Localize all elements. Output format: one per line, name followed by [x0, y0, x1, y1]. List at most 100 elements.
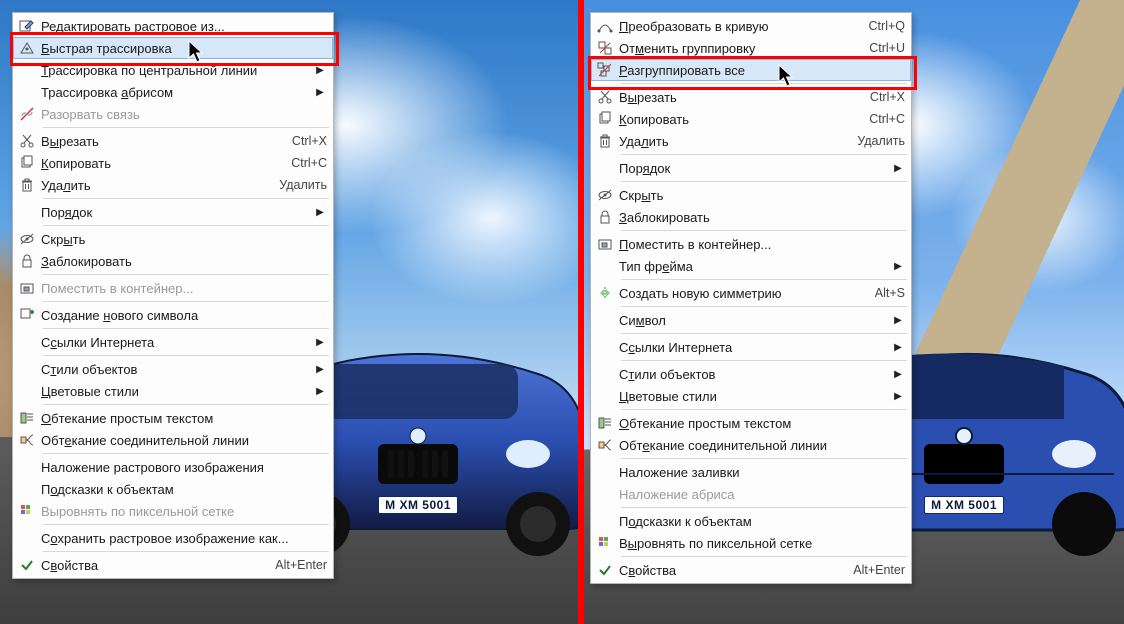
menu-item-label: Символ [619, 313, 891, 328]
menu-item[interactable]: ВырезатьCtrl+X [13, 130, 333, 152]
menu-separator [621, 306, 907, 307]
menu-item[interactable]: КопироватьCtrl+C [13, 152, 333, 174]
menu-item[interactable]: Сохранить растровое изображение как... [13, 527, 333, 549]
menu-item[interactable]: Разгруппировать все [591, 59, 911, 81]
menu-item[interactable]: Подсказки к объектам [13, 478, 333, 500]
menu-item[interactable]: Скрыть [591, 184, 911, 206]
menu-item[interactable]: СвойстваAlt+Enter [591, 559, 911, 581]
menu-item-label: Стили объектов [619, 367, 891, 382]
menu-item-label: Трассировка по центральной линии [41, 63, 313, 78]
menu-item[interactable]: КопироватьCtrl+C [591, 108, 911, 130]
connector-wrap-icon [591, 437, 619, 453]
cut-icon [13, 133, 41, 149]
submenu-arrow-icon: ▶ [891, 342, 905, 353]
new-symbol-icon [13, 307, 41, 323]
menu-item-label: Скрыть [41, 232, 327, 247]
menu-item-label: Поместить в контейнер... [41, 281, 327, 296]
menu-item[interactable]: Создание нового символа [13, 304, 333, 326]
menu-separator [43, 328, 329, 329]
menu-item[interactable]: Преобразовать в кривуюCtrl+Q [591, 15, 911, 37]
menu-item[interactable]: СвойстваAlt+Enter [13, 554, 333, 576]
menu-item[interactable]: Ссылки Интернета▶ [591, 336, 911, 358]
menu-item-label: Порядок [619, 161, 891, 176]
submenu-arrow-icon: ▶ [891, 391, 905, 402]
menu-item-label: Копировать [619, 112, 853, 127]
ungroup-all-icon [591, 62, 619, 78]
menu-item-label: Разгруппировать все [619, 63, 905, 78]
menu-item[interactable]: Заблокировать [13, 250, 333, 272]
menu-item[interactable]: Порядок▶ [591, 157, 911, 179]
menu-item[interactable]: Заблокировать [591, 206, 911, 228]
menu-item[interactable]: Отменить группировкуCtrl+U [591, 37, 911, 59]
menu-item[interactable]: Символ▶ [591, 309, 911, 331]
menu-separator [43, 524, 329, 525]
menu-item[interactable]: Скрыть [13, 228, 333, 250]
menu-separator [621, 83, 907, 84]
menu-item[interactable]: Редактировать растровое из... [13, 15, 333, 37]
menu-item[interactable]: Выровнять по пиксельной сетке [591, 532, 911, 554]
menu-item-label: Вырезать [619, 90, 854, 105]
menu-separator [43, 127, 329, 128]
menu-item[interactable]: УдалитьУдалить [13, 174, 333, 196]
context-menu-left[interactable]: Редактировать растровое из...Быстрая тра… [12, 12, 334, 579]
menu-item-label: Выровнять по пиксельной сетке [41, 504, 327, 519]
menu-item-label: Разорвать связь [41, 107, 327, 122]
menu-item[interactable]: Обтекание простым текстом [591, 412, 911, 434]
menu-item-label: Скрыть [619, 188, 905, 203]
menu-item: Выровнять по пиксельной сетке [13, 500, 333, 522]
menu-item[interactable]: Поместить в контейнер... [591, 233, 911, 255]
menu-item[interactable]: Ссылки Интернета▶ [13, 331, 333, 353]
menu-item[interactable]: ВырезатьCtrl+X [591, 86, 911, 108]
delete-icon [13, 177, 41, 193]
menu-item[interactable]: Тип фрейма▶ [591, 255, 911, 277]
menu-item[interactable]: Обтекание простым текстом [13, 407, 333, 429]
menu-item[interactable]: Стили объектов▶ [13, 358, 333, 380]
menu-item: Поместить в контейнер... [13, 277, 333, 299]
menu-item-label: Удалить [41, 178, 263, 193]
menu-item[interactable]: Обтекание соединительной линии [13, 429, 333, 451]
menu-separator [43, 404, 329, 405]
context-menu-right[interactable]: Преобразовать в кривуюCtrl+QОтменить гру… [590, 12, 912, 584]
menu-item[interactable]: Цветовые стили▶ [13, 380, 333, 402]
menu-item[interactable]: Порядок▶ [13, 201, 333, 223]
menu-item-label: Наложение растрового изображения [41, 460, 327, 475]
menu-item-shortcut: Ctrl+Q [853, 19, 905, 33]
hide-icon [591, 187, 619, 203]
check-icon [13, 557, 41, 573]
menu-separator [43, 274, 329, 275]
menu-item[interactable]: Наложение заливки [591, 461, 911, 483]
menu-item-label: Порядок [41, 205, 313, 220]
menu-separator [621, 181, 907, 182]
menu-item[interactable]: Быстрая трассировка [13, 37, 333, 59]
menu-item-shortcut: Ctrl+C [853, 112, 905, 126]
menu-item-shortcut: Удалить [263, 178, 327, 192]
menu-item[interactable]: Подсказки к объектам [591, 510, 911, 532]
menu-item-label: Копировать [41, 156, 275, 171]
license-plate-left: M XM 5001 [378, 496, 458, 514]
container-icon [591, 236, 619, 252]
menu-separator [621, 409, 907, 410]
menu-separator [43, 551, 329, 552]
menu-item-shortcut: Ctrl+C [275, 156, 327, 170]
menu-item[interactable]: Трассировка абрисом▶ [13, 81, 333, 103]
menu-item-label: Создание нового символа [41, 308, 327, 323]
lock-icon [13, 253, 41, 269]
submenu-arrow-icon: ▶ [891, 261, 905, 272]
menu-item[interactable]: Создать новую симметриюAlt+S [591, 282, 911, 304]
menu-item[interactable]: УдалитьУдалить [591, 130, 911, 152]
menu-item[interactable]: Наложение растрового изображения [13, 456, 333, 478]
copy-icon [591, 111, 619, 127]
menu-item[interactable]: Стили объектов▶ [591, 363, 911, 385]
menu-item-label: Свойства [41, 558, 259, 573]
menu-item[interactable]: Цветовые стили▶ [591, 385, 911, 407]
menu-item-label: Создать новую симметрию [619, 286, 859, 301]
submenu-arrow-icon: ▶ [313, 65, 327, 76]
menu-separator [621, 458, 907, 459]
menu-item[interactable]: Трассировка по центральной линии▶ [13, 59, 333, 81]
menu-item[interactable]: Обтекание соединительной линии [591, 434, 911, 456]
menu-item-label: Обтекание соединительной линии [619, 438, 905, 453]
menu-item-label: Выровнять по пиксельной сетке [619, 536, 905, 551]
menu-item-label: Цветовые стили [41, 384, 313, 399]
menu-item: Наложение абриса [591, 483, 911, 505]
hide-icon [13, 231, 41, 247]
